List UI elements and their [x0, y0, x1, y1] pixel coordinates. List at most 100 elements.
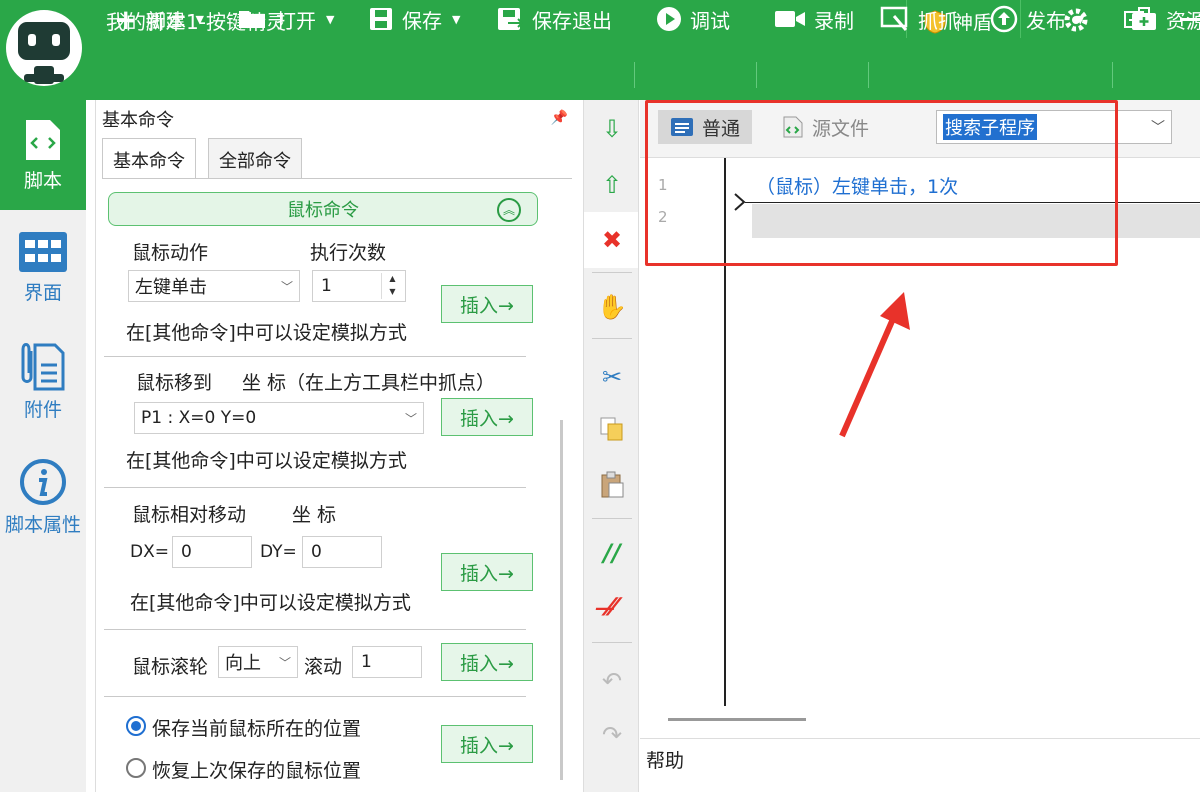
- copy-icon[interactable]: [597, 414, 627, 444]
- attachment-icon: [21, 342, 65, 390]
- move-to-point-value: P1 : X=0 Y=0: [141, 408, 257, 428]
- tab-basic-commands[interactable]: 基本命令: [102, 138, 196, 178]
- upload-circle-icon: [990, 5, 1018, 33]
- dx-input[interactable]: 0: [172, 536, 252, 568]
- nav-label-script: 脚本: [23, 169, 62, 192]
- spin-up-icon[interactable]: ▲: [382, 273, 403, 286]
- dy-input[interactable]: 0: [302, 536, 382, 568]
- shield-label: 神盾: [954, 12, 993, 34]
- resources-button[interactable]: 资源: [1130, 0, 1200, 38]
- dropdown-caret-icon: ▼: [452, 12, 461, 26]
- save-button[interactable]: 保存 ▼: [368, 0, 460, 38]
- app-logo-icon: [6, 10, 82, 86]
- move-to-point-select[interactable]: P1 : X=0 Y=0 ﹀: [134, 402, 424, 434]
- save-disk-icon: [370, 8, 392, 30]
- chevron-down-icon: ﹀: [278, 655, 291, 670]
- scroll-amount-input[interactable]: 1: [352, 646, 422, 678]
- chevron-down-icon: ﹀: [280, 279, 293, 294]
- panel-scrollbar[interactable]: [560, 420, 563, 780]
- cut-scissors-icon[interactable]: ✂: [597, 362, 627, 392]
- comment-icon[interactable]: //: [597, 538, 627, 568]
- repeat-count-label: 执行次数: [310, 242, 387, 264]
- move-down-arrow-icon[interactable]: ⇩: [597, 114, 627, 144]
- grab-button[interactable]: 抓抓: [880, 0, 958, 38]
- divider: [592, 272, 632, 273]
- wheel-direction-select[interactable]: 向上 ﹀: [218, 646, 298, 678]
- debug-label: 调试: [690, 8, 730, 33]
- ui-grid-icon: [19, 231, 67, 272]
- simulation-hint: 在[其他命令]中可以设定模拟方式: [126, 322, 407, 344]
- insert-mouse-action-button[interactable]: 插入→: [441, 285, 533, 323]
- editor-horizontal-scrollbar[interactable]: [668, 718, 806, 721]
- tab-all-commands[interactable]: 全部命令: [208, 138, 302, 178]
- new-button[interactable]: + 新建 ▼: [114, 0, 204, 38]
- nav-label-ui: 界面: [23, 281, 62, 304]
- highlight-box-annotation: [645, 100, 1118, 266]
- insert-relative-move-button[interactable]: 插入→: [441, 553, 533, 591]
- divider: [104, 356, 526, 357]
- insert-wheel-button[interactable]: 插入→: [441, 643, 533, 681]
- wheel-label: 鼠标滚轮: [132, 656, 209, 678]
- save-exit-button[interactable]: 保存退出: [496, 0, 612, 38]
- mouse-action-select[interactable]: 左键单击 ﹀: [128, 270, 300, 302]
- folder-icon: [239, 11, 265, 28]
- dx-label: DX=: [130, 542, 169, 562]
- move-up-arrow-icon[interactable]: ⇧: [597, 170, 627, 200]
- nav-item-attach[interactable]: 附件: [0, 326, 86, 436]
- restore-position-label: 恢复上次保存的鼠标位置: [152, 760, 362, 782]
- red-arrow-annotation: [839, 292, 910, 438]
- divider: [1112, 62, 1113, 88]
- chevron-down-icon: ﹀: [1151, 120, 1165, 136]
- scroll-label: 滚动: [304, 656, 343, 678]
- play-circle-icon: [657, 7, 681, 31]
- restore-position-radio[interactable]: [126, 758, 146, 778]
- divider: [640, 738, 1200, 739]
- simulation-hint: 在[其他命令]中可以设定模拟方式: [130, 592, 411, 614]
- undo-icon[interactable]: ↶: [597, 666, 627, 696]
- chevron-down-icon: ﹀: [404, 411, 417, 426]
- nav-item-props[interactable]: 脚本属性: [0, 442, 86, 552]
- insert-move-to-button[interactable]: 插入→: [441, 398, 533, 436]
- record-label: 录制: [814, 8, 854, 33]
- script-file-icon: [26, 119, 60, 160]
- save-exit-icon: [498, 8, 524, 30]
- divider: [592, 338, 632, 339]
- resources-label: 资源: [1166, 8, 1200, 33]
- command-panel: 基本命令 📌 基本命令 全部命令 鼠标命令 ︽ 鼠标动作 执行次数 左键单击 ﹀ …: [95, 100, 578, 792]
- record-button[interactable]: 录制: [774, 0, 854, 38]
- save-label: 保存: [402, 8, 442, 33]
- divider: [592, 518, 632, 519]
- save-position-label: 保存当前鼠标所在的位置: [152, 718, 362, 740]
- redo-icon[interactable]: ↷: [597, 720, 627, 750]
- dropdown-caret-icon: ▼: [1076, 12, 1085, 26]
- publish-label: 发布: [1026, 8, 1066, 33]
- spin-down-icon[interactable]: ▼: [382, 286, 403, 299]
- title-bar: 我的脚本1-按键精灵 神盾 + 新建 ▼ 打开 ▼ 保存 ▼ 保存退出 调试 录制 抓…: [0, 0, 1200, 100]
- move-to-coord-label: 坐 标（在上方工具栏中抓点）: [242, 372, 496, 394]
- nav-item-ui[interactable]: 界面: [0, 212, 86, 322]
- delete-x-icon[interactable]: ✖: [597, 225, 627, 255]
- spin-buttons[interactable]: ▲ ▼: [381, 273, 403, 299]
- wheel-direction-value: 向上: [225, 653, 261, 674]
- uncomment-icon[interactable]: ⁄⁄̶: [597, 592, 627, 622]
- panel-title: 基本命令: [102, 110, 174, 131]
- save-position-radio[interactable]: [126, 716, 146, 736]
- insert-position-button[interactable]: 插入→: [441, 725, 533, 763]
- hand-pause-icon[interactable]: ✋: [597, 292, 627, 322]
- editor-vertical-toolbar: ⇩ ⇧ ✖ ✋ ✂ // ⁄⁄̶ ↶ ↷: [583, 100, 639, 792]
- move-to-label: 鼠标移到: [136, 372, 213, 394]
- paste-clipboard-icon[interactable]: [597, 470, 627, 500]
- repeat-count-stepper[interactable]: 1 ▲ ▼: [312, 270, 406, 302]
- mouse-commands-group-header[interactable]: 鼠标命令 ︽: [108, 192, 538, 226]
- publish-button[interactable]: 发布 ▼: [990, 0, 1084, 38]
- plus-icon: +: [114, 2, 138, 36]
- simulation-hint: 在[其他命令]中可以设定模拟方式: [126, 450, 407, 472]
- divider: [592, 642, 632, 643]
- debug-button[interactable]: 调试: [656, 0, 730, 38]
- mouse-action-value: 左键单击: [135, 277, 207, 298]
- nav-item-script[interactable]: 脚本: [0, 100, 86, 210]
- collapse-chevron-icon[interactable]: ︽: [497, 198, 521, 222]
- open-button[interactable]: 打开 ▼: [238, 0, 334, 38]
- divider: [756, 62, 757, 88]
- pin-icon[interactable]: 📌: [551, 110, 568, 126]
